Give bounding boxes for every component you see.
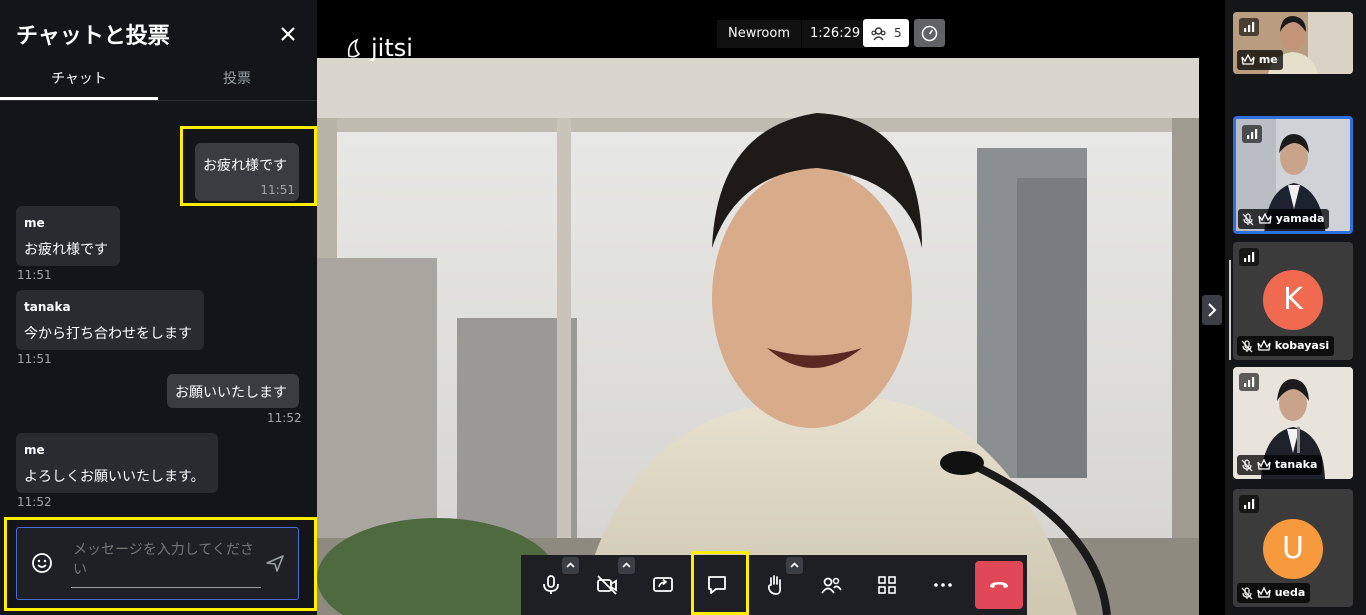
message-input[interactable] xyxy=(71,540,261,588)
hangup-icon xyxy=(990,582,1008,588)
emoji-icon[interactable] xyxy=(31,552,53,574)
tile-view-icon xyxy=(878,576,896,594)
message-text: お疲れ様です xyxy=(203,158,287,174)
message-time: 11:51 xyxy=(260,183,295,197)
participant-count: 5 xyxy=(894,26,902,40)
participant-tile[interactable]: yamada xyxy=(1233,116,1353,234)
participant-name-bar: kobayasi xyxy=(1237,336,1335,356)
message-bubble: me よろしくお願いいたします。 xyxy=(16,433,218,493)
participant-tile[interactable]: me xyxy=(1233,12,1353,74)
message-time: 11:52 xyxy=(17,495,52,509)
room-name: Newroom xyxy=(717,20,801,48)
signal-icon xyxy=(1239,373,1259,391)
message-text: お疲れ様です xyxy=(24,242,108,258)
hand-icon xyxy=(767,575,782,595)
moderator-icon xyxy=(1257,586,1271,598)
message-time: 11:51 xyxy=(17,268,52,282)
mic-muted-icon xyxy=(1241,458,1253,471)
participant-name-bar: ueda xyxy=(1237,583,1311,603)
send-icon[interactable] xyxy=(264,552,286,574)
participant-name: tanaka xyxy=(1274,458,1318,471)
participants-icon xyxy=(821,577,842,594)
participants-icon xyxy=(871,27,886,41)
mic-muted-icon xyxy=(1242,212,1254,225)
message-bubble: tanaka 今から打ち合わせをします xyxy=(16,290,204,350)
message-composer xyxy=(16,527,299,600)
tab-divider xyxy=(0,100,317,101)
message-text: 今から打ち合わせをします xyxy=(24,326,192,342)
camera-off-icon xyxy=(597,575,617,595)
microphone-icon xyxy=(543,575,559,594)
main-stage: jitsi Newroom 1:26:29 5 xyxy=(317,0,1225,615)
avatar: K xyxy=(1263,270,1323,330)
moderator-icon xyxy=(1257,339,1271,351)
message-bubble: お疲れ様です 11:51 xyxy=(195,143,299,201)
avatar: U xyxy=(1263,519,1323,579)
tile-view-button[interactable] xyxy=(861,559,913,611)
message-sender: me xyxy=(24,216,45,230)
moderator-icon xyxy=(1241,53,1255,65)
chat-icon xyxy=(708,576,726,594)
more-actions-button[interactable] xyxy=(917,559,969,611)
close-icon[interactable] xyxy=(276,22,300,46)
filmstrip: me yamada K kobayasi tanaka U ueda xyxy=(1225,0,1366,615)
participant-count-button[interactable]: 5 xyxy=(863,19,909,47)
message-sender: me xyxy=(24,443,45,457)
mic-muted-icon xyxy=(1241,586,1253,599)
participant-tile[interactable]: U ueda xyxy=(1233,489,1353,607)
screen-share-icon xyxy=(653,577,673,592)
logo-text: jitsi xyxy=(370,34,413,62)
chevron-up-icon[interactable] xyxy=(786,557,803,574)
message-bubble: お願いいたします xyxy=(167,374,299,408)
participant-name-bar: tanaka xyxy=(1237,455,1323,475)
participant-name: yamada xyxy=(1275,212,1325,225)
chevron-up-icon[interactable] xyxy=(618,557,635,574)
message-time: 11:51 xyxy=(17,352,52,366)
participant-tile[interactable]: tanaka xyxy=(1233,367,1353,479)
tab-polls[interactable]: 投票 xyxy=(158,62,316,100)
participant-tile[interactable]: K kobayasi xyxy=(1233,242,1353,360)
chevron-right-icon[interactable] xyxy=(1202,295,1222,325)
main-video[interactable] xyxy=(317,58,1199,615)
participant-name: kobayasi xyxy=(1274,339,1330,352)
tab-chat[interactable]: チャット xyxy=(0,62,158,100)
signal-icon xyxy=(1239,495,1259,513)
meeting-timer: 1:26:29 xyxy=(802,20,869,48)
hangup-button[interactable] xyxy=(975,561,1023,609)
screen-share-button[interactable] xyxy=(637,559,689,611)
message-bubble: me お疲れ様です xyxy=(16,206,120,266)
chat-button[interactable] xyxy=(691,559,743,611)
signal-icon xyxy=(1239,18,1259,36)
participants-button[interactable] xyxy=(805,559,857,611)
chat-panel: チャットと投票 チャット 投票 お疲れ様です 11:51 me お疲れ様です 1… xyxy=(0,0,317,615)
message-text: よろしくお願いいたします。 xyxy=(24,469,205,485)
chat-panel-title: チャットと投票 xyxy=(16,24,170,49)
mic-muted-icon xyxy=(1241,339,1253,352)
message-sender: tanaka xyxy=(24,300,71,314)
signal-icon xyxy=(1242,125,1262,143)
more-icon xyxy=(934,583,952,587)
chevron-up-icon[interactable] xyxy=(562,557,579,574)
participant-name-bar: yamada xyxy=(1238,209,1330,229)
message-text: お願いいたします xyxy=(175,385,287,401)
participant-name-bar: me xyxy=(1237,50,1283,70)
moderator-icon xyxy=(1257,458,1271,470)
connection-quality-icon[interactable] xyxy=(914,19,945,47)
participant-name: ueda xyxy=(1274,586,1306,599)
scrollbar[interactable] xyxy=(1229,260,1231,360)
moderator-icon xyxy=(1258,212,1272,224)
jitsi-logo: jitsi xyxy=(345,32,425,62)
toolbar xyxy=(521,555,1027,615)
signal-icon xyxy=(1239,248,1259,266)
participant-name: me xyxy=(1258,53,1278,66)
message-time: 11:52 xyxy=(267,411,302,425)
